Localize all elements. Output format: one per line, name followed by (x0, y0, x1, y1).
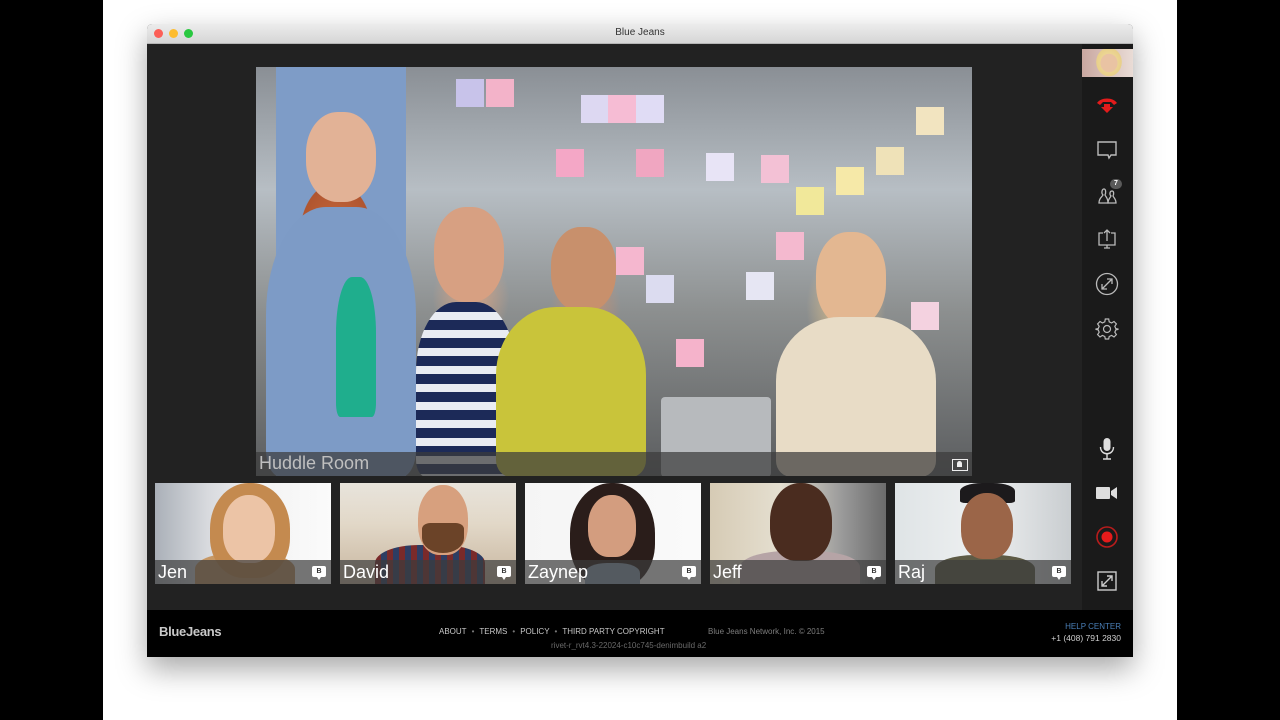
background-sticky-note (876, 147, 904, 175)
background-sticky-note (646, 275, 674, 303)
background-sticky-note (636, 95, 664, 123)
main-video-caption-bar: Huddle Room (256, 452, 972, 476)
hang-up-button[interactable] (1095, 93, 1119, 117)
participant-count-badge: 7 (1110, 179, 1122, 189)
background-sticky-note (776, 232, 804, 260)
participant-tile[interactable]: Jen B (155, 483, 331, 584)
participant-thumbnails: Jen B David B Zaynep B Jeff B Raj B (155, 483, 1075, 585)
app-window: Blue Jeans Huddle Room Jen B David B Zay… (147, 24, 1133, 657)
call-controls-sidebar: 7 (1082, 44, 1133, 610)
settings-button[interactable] (1095, 317, 1119, 341)
background-sticky-note (796, 187, 824, 215)
participant-name: Raj (898, 562, 926, 582)
person-body (496, 307, 646, 476)
link-separator: • (471, 627, 475, 636)
background-sticky-note (486, 79, 514, 107)
background-sticky-note (916, 107, 944, 135)
participant-tile[interactable]: Zaynep B (525, 483, 701, 584)
private-chat-icon[interactable]: B (1052, 566, 1066, 580)
private-chat-icon[interactable]: B (497, 566, 511, 580)
mute-button[interactable] (1095, 437, 1119, 461)
footer-link-third-party-copyright[interactable]: THIRD PARTY COPYRIGHT (562, 627, 664, 636)
private-chat-icon[interactable]: B (867, 566, 881, 580)
chat-icon (1097, 141, 1117, 160)
help-center-link[interactable]: HELP CENTER (1065, 622, 1121, 631)
chat-button[interactable] (1095, 138, 1119, 162)
window-title: Blue Jeans (615, 27, 665, 38)
person-face (306, 112, 376, 202)
private-chat-icon[interactable]: B (312, 566, 326, 580)
participant-name-bar: Jeff B (710, 560, 886, 584)
participant-name-bar: Jen B (155, 560, 331, 584)
person-shirt (336, 277, 376, 417)
participant-name: Jen (158, 562, 188, 582)
participant-tile[interactable]: David B (340, 483, 516, 584)
participant-face (961, 493, 1013, 559)
participant-face (223, 495, 275, 563)
video-camera-icon (1096, 487, 1117, 499)
participant-tile[interactable]: Jeff B (710, 483, 886, 584)
record-button[interactable] (1095, 525, 1119, 549)
footer-links: ABOUT • TERMS • POLICY • THIRD PARTY COPYRIGHT (439, 627, 665, 636)
background-sticky-note (456, 79, 484, 107)
participant-face (588, 495, 636, 557)
background-sticky-note (836, 167, 864, 195)
participants-button[interactable]: 7 (1095, 179, 1122, 207)
title-bar: Blue Jeans (147, 24, 1133, 44)
background-sticky-note (761, 155, 789, 183)
participant-name: Jeff (713, 562, 742, 582)
participant-name-bar: David B (340, 560, 516, 584)
footer-link-about[interactable]: ABOUT (439, 627, 467, 636)
background-sticky-note (608, 95, 636, 123)
link-separator: • (512, 627, 516, 636)
room-system-icon[interactable] (952, 459, 968, 471)
main-video-feed[interactable]: Huddle Room (256, 67, 972, 476)
person-face (551, 227, 616, 312)
background-sticky-note (556, 149, 584, 177)
expand-icon (1097, 571, 1117, 591)
participant-name: David (343, 562, 390, 582)
bluejeans-logo: BlueJeans (159, 624, 222, 639)
background-sticky-note (706, 153, 734, 181)
switch-view-icon (1095, 272, 1119, 296)
gear-icon (1095, 318, 1119, 340)
video-stage: Huddle Room Jen B David B Zaynep B Jeff … (147, 44, 1082, 610)
participant-name-bar: Raj B (895, 560, 1071, 584)
copyright-text: Blue Jeans Network, Inc. © 2015 (708, 627, 825, 636)
background-sticky-note (616, 247, 644, 275)
background-sticky-note (746, 272, 774, 300)
build-version: rivet-r_rvt4.3-22024-c10c745-denimbuild … (551, 641, 707, 650)
background-sticky-note (581, 95, 609, 123)
private-chat-icon[interactable]: B (682, 566, 696, 580)
fullscreen-button[interactable] (1095, 569, 1119, 593)
person-face (816, 232, 886, 327)
background-sticky-note (636, 149, 664, 177)
participant-name: Zaynep (528, 562, 589, 582)
switch-view-button[interactable] (1095, 272, 1119, 296)
participant-beard (422, 523, 464, 553)
footer-link-terms[interactable]: TERMS (479, 627, 507, 636)
microphone-icon (1099, 438, 1115, 460)
participant-name-bar: Zaynep B (525, 560, 701, 584)
video-toggle-button[interactable] (1095, 481, 1119, 505)
main-video-caption: Huddle Room (259, 453, 370, 473)
background-sticky-note (911, 302, 939, 330)
share-screen-button[interactable] (1095, 227, 1119, 251)
person-face (434, 207, 504, 302)
self-view-video[interactable] (1082, 49, 1133, 77)
participant-tile[interactable]: Raj B (895, 483, 1071, 584)
share-screen-icon (1098, 229, 1116, 249)
participant-face (770, 483, 832, 561)
support-phone: +1 (408) 791 2830 (1051, 633, 1121, 643)
link-separator: • (554, 627, 558, 636)
record-icon (1096, 526, 1118, 548)
hang-up-icon (1097, 98, 1117, 113)
background-sticky-note (676, 339, 704, 367)
footer-link-policy[interactable]: POLICY (520, 627, 549, 636)
footer: BlueJeans ABOUT • TERMS • POLICY • THIRD PARTY… (147, 610, 1133, 657)
